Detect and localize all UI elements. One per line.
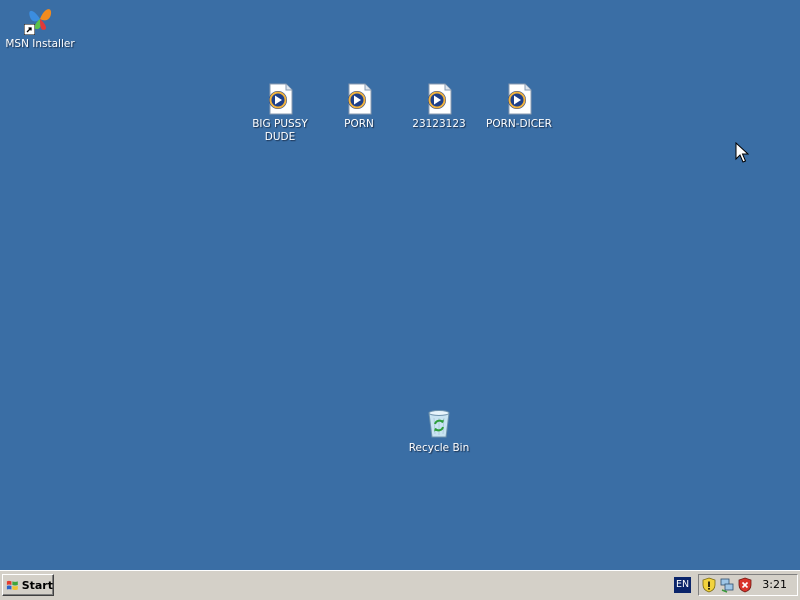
recycle-bin-icon	[423, 407, 455, 439]
desktop-icon-label: PORN-DICER	[486, 118, 552, 130]
desktop-icon-media-file-3[interactable]: 23123123	[401, 83, 477, 131]
network-icon[interactable]	[719, 577, 735, 593]
msn-butterfly-icon	[24, 3, 56, 35]
shortcut-arrow-icon	[24, 24, 35, 35]
language-indicator[interactable]: EN	[674, 577, 691, 593]
shield-icon[interactable]	[737, 577, 753, 593]
mouse-cursor-icon	[735, 142, 749, 163]
desktop-icon-recycle-bin[interactable]: Recycle Bin	[401, 407, 477, 455]
desktop-icon-label: Recycle Bin	[408, 442, 470, 454]
desktop-icon-msn-installer[interactable]: MSN Installer	[2, 3, 78, 51]
desktop-icon-label: MSN Installer	[5, 38, 75, 50]
media-file-icon	[343, 83, 375, 115]
desktop-icon-label: 23123123	[412, 118, 466, 130]
desktop[interactable]: MSN Installer BIG PUSSY DUDE PORN 231231…	[0, 0, 800, 570]
taskbar: Start EN 3:21	[0, 570, 800, 600]
windows-logo-icon	[6, 580, 18, 590]
desktop-icon-media-file-1[interactable]: BIG PUSSY DUDE	[242, 83, 318, 144]
system-tray: 3:21	[698, 574, 798, 596]
security-alert-icon[interactable]	[701, 577, 717, 593]
desktop-icon-label: BIG PUSSY DUDE	[252, 118, 308, 143]
media-file-icon	[423, 83, 455, 115]
start-label: Start	[21, 578, 53, 592]
start-button[interactable]: Start	[2, 574, 54, 596]
desktop-icon-media-file-4[interactable]: PORN-DICER	[481, 83, 557, 131]
clock[interactable]: 3:21	[762, 577, 787, 593]
media-file-icon	[503, 83, 535, 115]
desktop-icon-label: PORN	[344, 118, 374, 130]
desktop-icon-media-file-2[interactable]: PORN	[321, 83, 397, 131]
media-file-icon	[264, 83, 296, 115]
